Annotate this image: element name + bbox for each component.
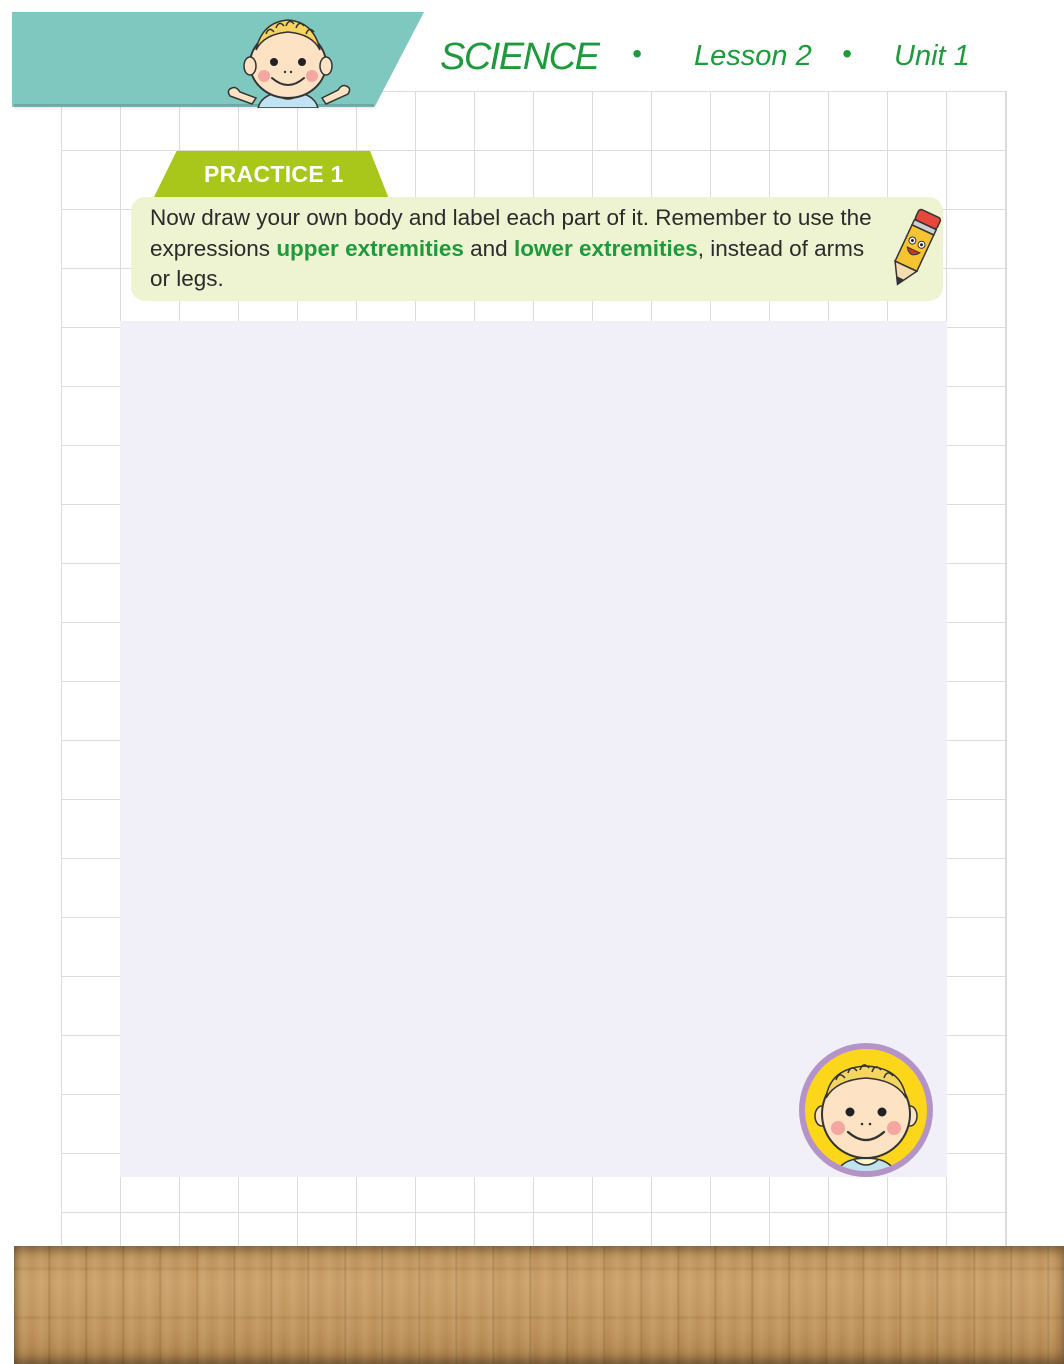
- separator-dot: •: [842, 38, 852, 69]
- instruction-text: Now draw your own body and label each pa…: [150, 203, 875, 295]
- highlight-lower-extremities: lower extremities: [513, 235, 698, 261]
- smiling-pencil-icon: [894, 208, 942, 286]
- lesson-label: Lesson 2: [694, 40, 812, 72]
- unit-label: Unit 1: [894, 40, 970, 72]
- highlight-upper-extremities: upper extremities: [276, 235, 464, 261]
- lesson-header: SCIENCE • Lesson 2 • Unit 1: [440, 36, 1000, 80]
- kid-character-icon: [227, 19, 351, 108]
- instruction-part-2: and: [463, 235, 514, 261]
- subject-title: SCIENCE: [440, 36, 600, 78]
- separator-dot: •: [632, 38, 642, 69]
- header-tab: [12, 12, 424, 107]
- practice-tab: PRACTICE 1: [153, 151, 389, 199]
- wooden-floor-border: [14, 1246, 1064, 1364]
- kid-face-badge-icon: [799, 1043, 933, 1177]
